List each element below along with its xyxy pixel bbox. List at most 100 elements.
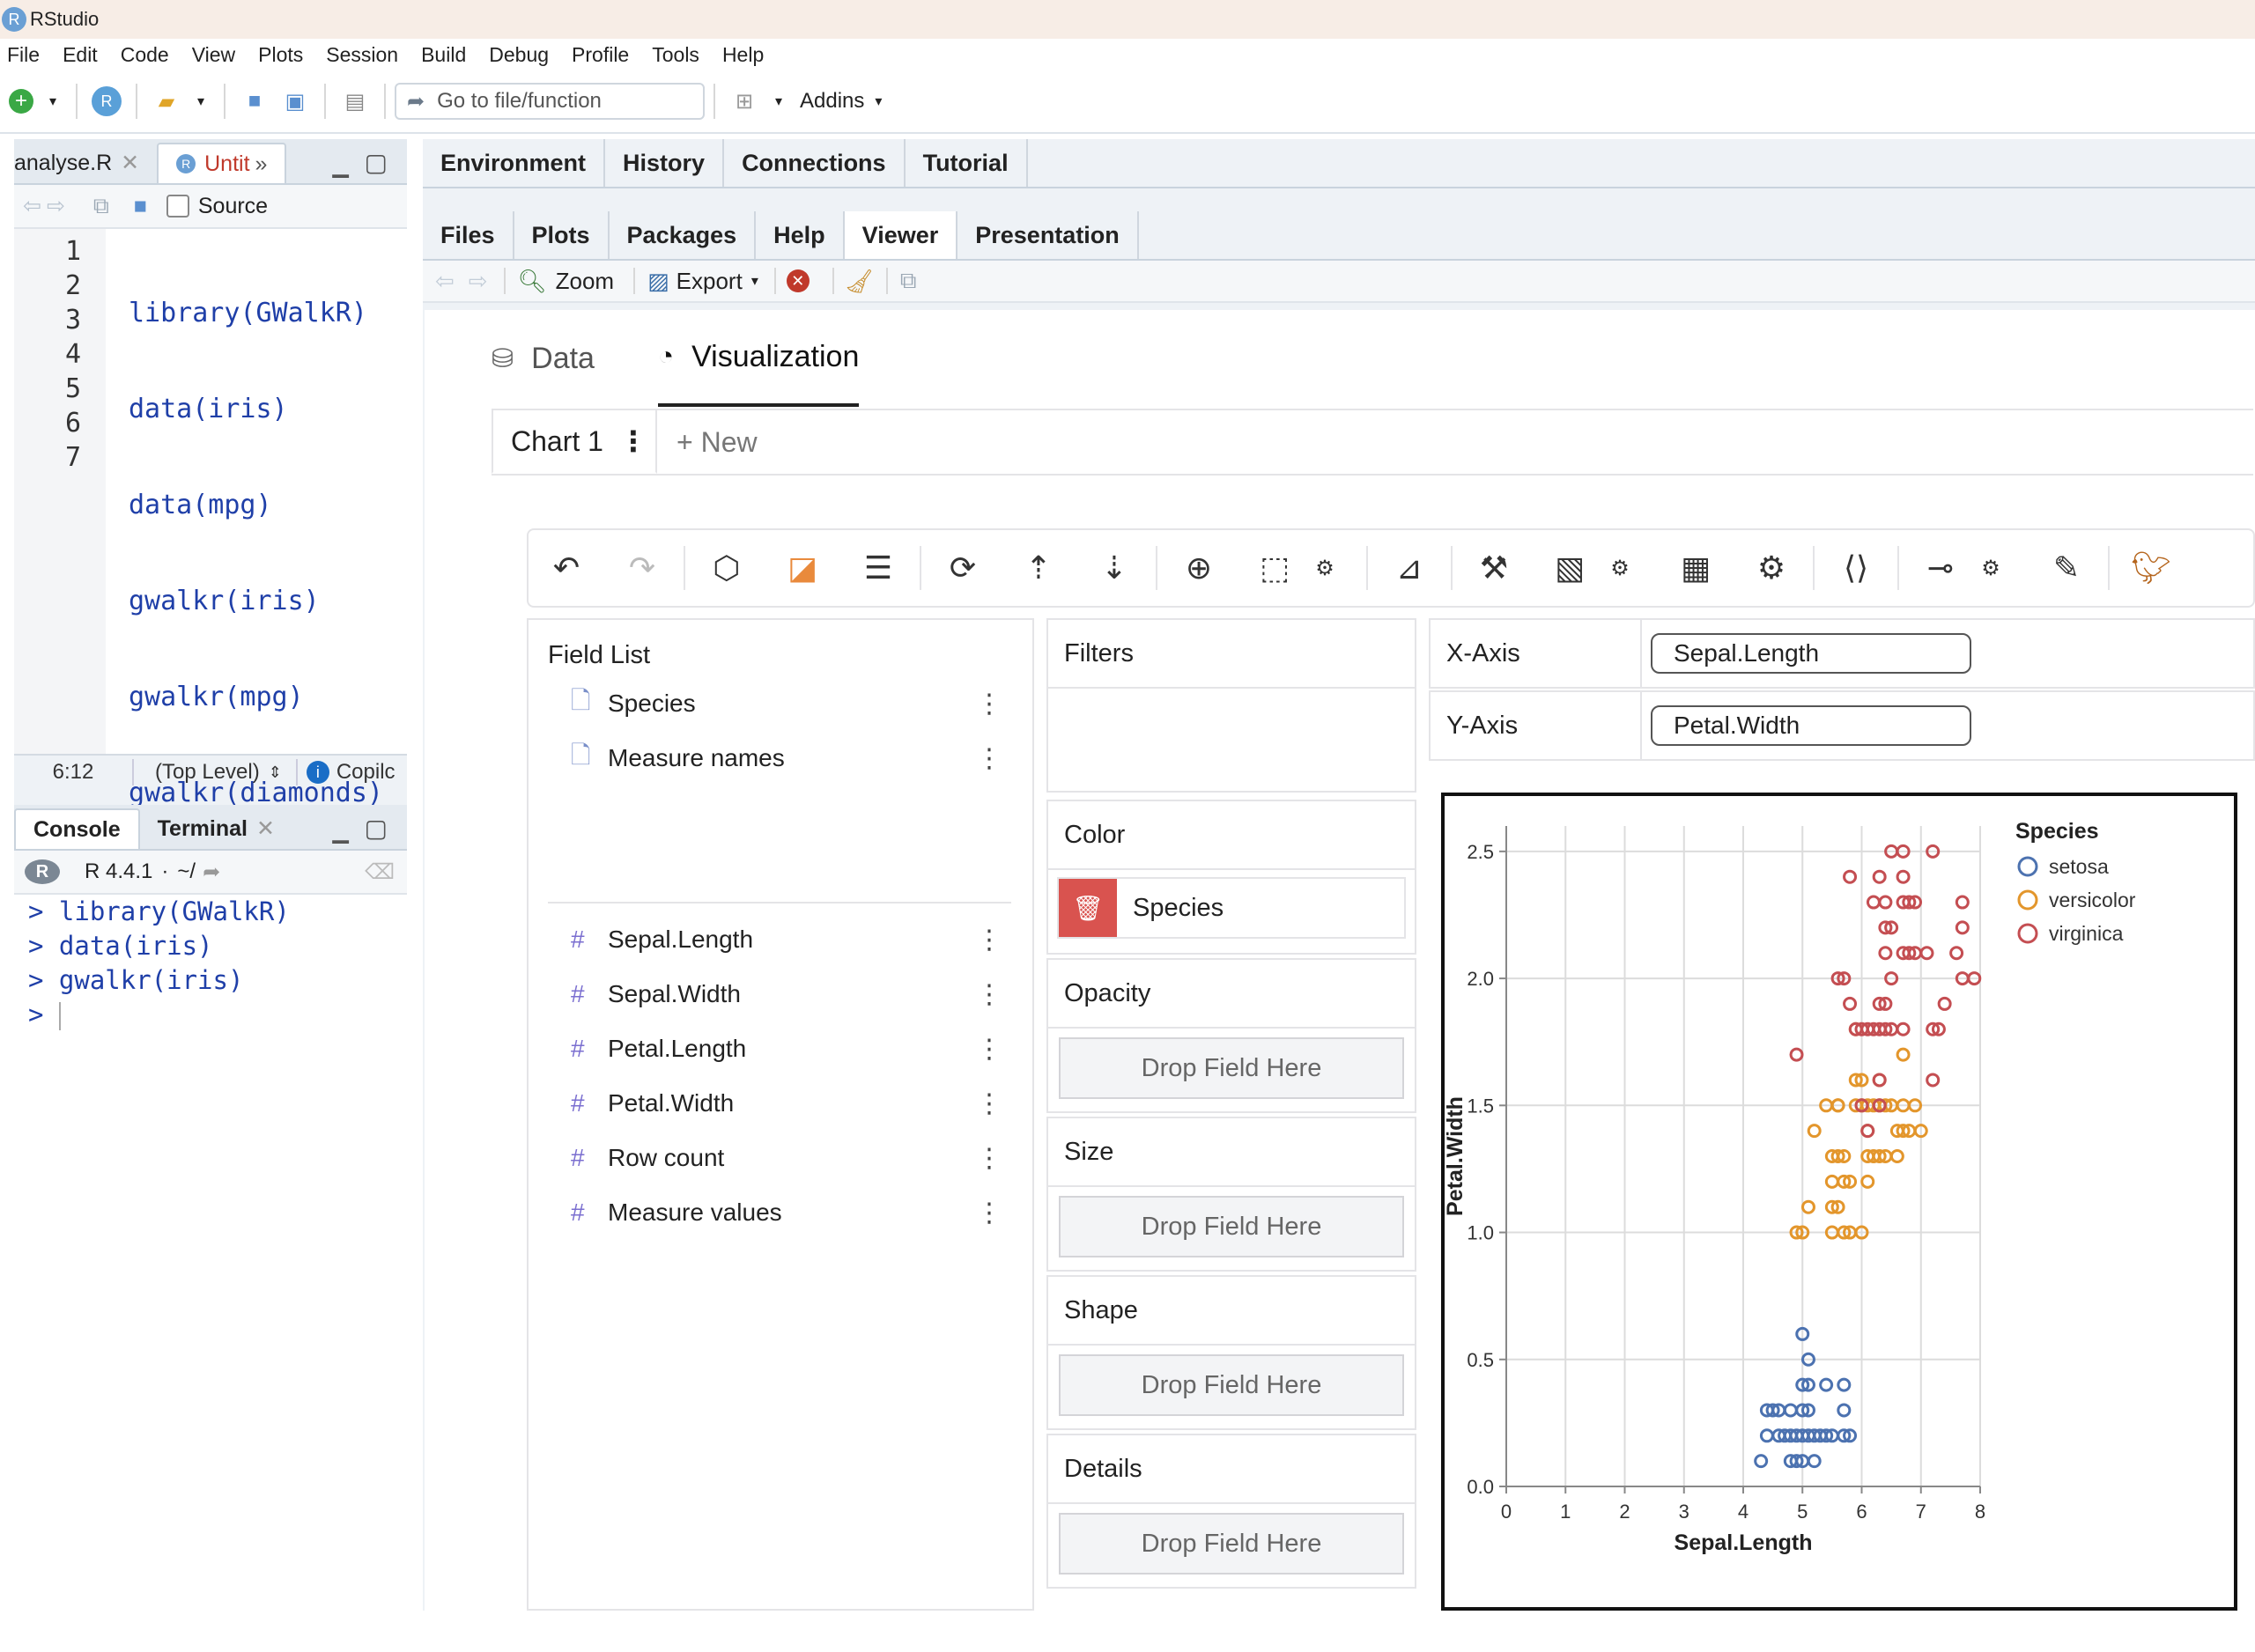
field-petal-width[interactable]: # Petal.Width ⋮: [571, 1081, 1002, 1125]
scatter-point-versicolor[interactable]: [1896, 1047, 1911, 1062]
go-to-directory-icon[interactable]: ➦: [203, 859, 220, 885]
scatter-point-virginica[interactable]: [1866, 895, 1881, 910]
scatter-chart[interactable]: 0 1 2 3 4 5 6 7 8 0.0 0.5 1.0 1.5 2.0 2.5 Sepal.Length P…: [1445, 796, 2234, 1607]
tab-history[interactable]: History: [605, 139, 725, 187]
scatter-point-versicolor[interactable]: [1800, 1199, 1815, 1214]
tab-data[interactable]: ⛁ Data: [492, 310, 595, 407]
legend-symbol-virginica[interactable]: [2017, 923, 2038, 944]
color-field-pill[interactable]: 🗑︎ Species: [1057, 877, 1406, 939]
field-measure-values[interactable]: # Measure values ⋮: [571, 1191, 1002, 1235]
tab-environment[interactable]: Environment: [423, 139, 606, 187]
export-button[interactable]: Export: [676, 268, 743, 295]
code-lines[interactable]: library(GWalkR) data(iris) data(mpg) gwa…: [106, 229, 383, 808]
sort-ascending-icon[interactable]: ⇡: [1019, 549, 1058, 587]
back-arrow-icon[interactable]: ⇦: [23, 193, 41, 219]
pane-layout-dropdown-icon[interactable]: ▾: [770, 86, 787, 116]
forward-arrow-icon[interactable]: ⇨: [469, 268, 488, 295]
menu-file[interactable]: File: [7, 43, 40, 67]
field-menu-icon[interactable]: ⋮: [976, 689, 1002, 719]
opacity-drop-zone[interactable]: Drop Field Here: [1059, 1037, 1404, 1099]
go-to-file-input[interactable]: ➦ Go to file/function: [395, 83, 705, 120]
code-line[interactable]: library(GWalkR): [129, 296, 383, 330]
code-line[interactable]: gwalkr(iris): [129, 584, 383, 618]
undo-icon[interactable]: ↶: [547, 549, 586, 587]
tab-chart-1[interactable]: Chart 1 ⋮: [492, 409, 657, 474]
scatter-point-virginica[interactable]: [1860, 1124, 1875, 1139]
menu-tools[interactable]: Tools: [652, 43, 699, 67]
kanaries-bird-icon[interactable]: 🐦︎: [2131, 549, 2171, 587]
scatter-point-virginica[interactable]: [1872, 1073, 1887, 1088]
menu-view[interactable]: View: [192, 43, 235, 67]
scatter-point-virginica[interactable]: [1937, 996, 1952, 1011]
scatter-point-virginica[interactable]: [1926, 1073, 1941, 1088]
field-menu-icon[interactable]: ⋮: [976, 925, 1002, 955]
minimize-icon[interactable]: ▁: [333, 153, 349, 179]
close-icon[interactable]: ✕: [121, 150, 139, 176]
new-chart-button[interactable]: + New: [657, 410, 758, 474]
legend-symbol-setosa[interactable]: [2017, 856, 2038, 877]
axis-link-icon[interactable]: ⊸: [1921, 549, 1960, 587]
mark-type-icon[interactable]: ◪: [783, 549, 822, 587]
tab-untitled[interactable]: R Untit »: [157, 143, 287, 183]
scatter-point-setosa[interactable]: [1807, 1454, 1822, 1469]
addins-dropdown-icon[interactable]: ▾: [869, 86, 887, 116]
code-export-icon[interactable]: ⟨⟩: [1837, 549, 1875, 587]
menu-profile[interactable]: Profile: [572, 43, 629, 67]
addins-menu[interactable]: Addins: [800, 89, 864, 114]
scatter-point-versicolor[interactable]: [1889, 1149, 1904, 1163]
forward-arrow-icon[interactable]: ⇨: [47, 193, 65, 219]
code-line[interactable]: gwalkr(mpg): [129, 680, 383, 714]
resize-icon[interactable]: ⬚: [1255, 549, 1294, 587]
new-file-icon[interactable]: +: [9, 89, 33, 114]
zoom-in-icon[interactable]: ⊕: [1179, 549, 1218, 587]
export-icon[interactable]: ▨: [647, 268, 669, 295]
legend-label-versicolor[interactable]: versicolor: [2049, 889, 2136, 911]
pane-layout-icon[interactable]: ⊞: [729, 86, 759, 116]
scatter-point-virginica[interactable]: [1872, 869, 1887, 884]
menu-code[interactable]: Code: [121, 43, 169, 67]
coordinate-system-icon[interactable]: ⊿: [1390, 549, 1429, 587]
tab-help[interactable]: Help: [756, 211, 845, 259]
scatter-point-versicolor[interactable]: [1860, 1174, 1875, 1189]
scatter-point-virginica[interactable]: [1919, 946, 1934, 961]
filters-drop-area[interactable]: [1048, 689, 1415, 791]
tab-viewer[interactable]: Viewer: [844, 211, 958, 259]
sort-descending-icon[interactable]: ⇣: [1095, 549, 1134, 587]
scatter-point-virginica[interactable]: [1843, 869, 1858, 884]
paintbrush-icon[interactable]: ✎: [2047, 549, 2086, 587]
trash-icon[interactable]: 🗑︎: [1059, 879, 1117, 937]
menu-debug[interactable]: Debug: [489, 43, 549, 67]
copilot-status[interactable]: Copilc: [336, 760, 396, 785]
close-icon[interactable]: ✕: [256, 815, 275, 842]
layers-icon[interactable]: ☰: [859, 549, 898, 587]
table-icon[interactable]: ▦: [1676, 549, 1715, 587]
field-petal-length[interactable]: # Petal.Length ⋮: [571, 1027, 1002, 1071]
x-axis-field-pill[interactable]: Sepal.Length: [1651, 633, 1971, 674]
scatter-point-setosa[interactable]: [1754, 1454, 1769, 1469]
clear-console-icon[interactable]: ⌫: [365, 859, 395, 885]
size-drop-zone[interactable]: Drop Field Here: [1059, 1196, 1404, 1257]
scatter-point-virginica[interactable]: [1789, 1047, 1804, 1062]
show-in-new-window-icon[interactable]: ⧉: [900, 267, 917, 295]
scope-selector[interactable]: (Top Level): [155, 760, 260, 785]
info-icon[interactable]: i: [306, 761, 329, 784]
menu-edit[interactable]: Edit: [63, 43, 98, 67]
scatter-point-virginica[interactable]: [1878, 895, 1893, 910]
zoom-button[interactable]: Zoom: [556, 268, 614, 295]
transpose-icon[interactable]: ⟳: [943, 549, 982, 587]
field-row-count[interactable]: # Row count ⋮: [571, 1136, 1002, 1180]
settings-gear-icon[interactable]: ⚙: [1752, 549, 1791, 587]
menu-plots[interactable]: Plots: [258, 43, 303, 67]
field-menu-icon[interactable]: ⋮: [976, 1034, 1002, 1065]
legend-label-setosa[interactable]: setosa: [2049, 855, 2109, 878]
field-menu-icon[interactable]: ⋮: [976, 1088, 1002, 1119]
field-measure-names[interactable]: 🗋︎ Measure names ⋮: [571, 736, 1002, 780]
tab-plots[interactable]: Plots: [514, 211, 610, 259]
wrench-icon[interactable]: ⚒: [1475, 549, 1513, 587]
field-sepal-width[interactable]: # Sepal.Width ⋮: [571, 972, 1002, 1016]
menu-build[interactable]: Build: [421, 43, 466, 67]
maximize-icon[interactable]: ▢: [365, 814, 388, 843]
legend-label-virginica[interactable]: virginica: [2049, 922, 2124, 945]
tab-files[interactable]: Files: [423, 211, 514, 259]
tab-terminal[interactable]: Terminal ✕: [140, 808, 292, 849]
